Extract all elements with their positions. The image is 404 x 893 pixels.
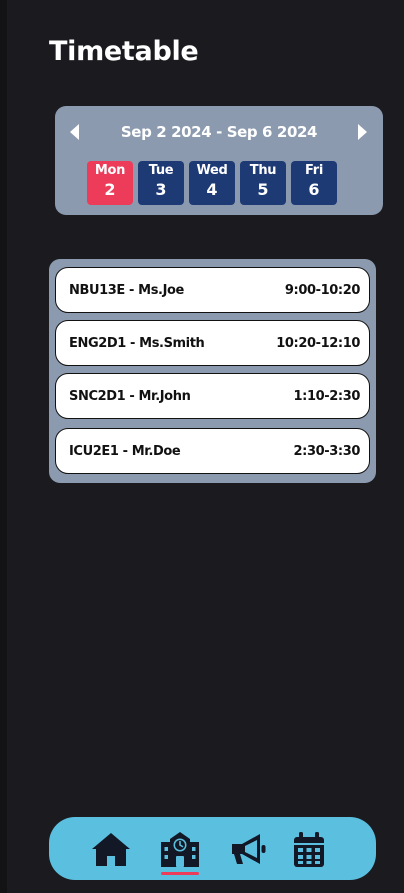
day-button-wed[interactable]: Wed 4 [189,161,235,205]
active-tab-indicator [161,872,199,875]
class-list: NBU13E - Ms.Joe 9:00-10:20 ENG2D1 - Ms.S… [49,259,376,483]
day-name: Fri [304,163,324,178]
day-picker: Mon 2 Tue 3 Wed 4 Thu 5 Fri 6 [87,161,337,205]
day-date: 4 [206,180,218,199]
class-course: NBU13E - Ms.Joe [69,282,184,298]
day-name: Tue [148,163,174,178]
class-time: 2:30-3:30 [293,443,361,459]
nav-calendar-button[interactable] [288,830,330,870]
day-name: Mon [94,163,126,178]
day-date: 2 [104,180,116,199]
day-date: 5 [257,180,269,199]
page-title: Timetable [49,36,199,67]
class-item-nbu13e[interactable]: NBU13E - Ms.Joe 9:00-10:20 [55,267,370,313]
class-course: ENG2D1 - Ms.Smith [69,335,205,351]
week-selector: Sep 2 2024 - Sep 6 2024 Mon 2 Tue 3 Wed … [55,106,383,215]
nav-school-button[interactable] [159,830,201,870]
class-course: ICU2E1 - Mr.Doe [69,443,181,459]
school-icon [161,832,199,867]
week-range-label: Sep 2 2024 - Sep 6 2024 [120,123,318,141]
class-item-icu2e1[interactable]: ICU2E1 - Mr.Doe 2:30-3:30 [55,428,370,474]
day-date: 3 [155,180,167,199]
calendar-icon [294,832,324,867]
megaphone-icon [232,834,266,864]
day-button-thu[interactable]: Thu 5 [240,161,286,205]
bottom-navigation-bar [49,817,376,880]
class-time: 1:10-2:30 [293,388,361,404]
home-icon [92,833,130,866]
day-date: 6 [308,180,320,199]
day-button-fri[interactable]: Fri 6 [291,161,337,205]
day-button-tue[interactable]: Tue 3 [138,161,184,205]
day-button-mon[interactable]: Mon 2 [87,161,133,205]
nav-home-button[interactable] [90,830,132,870]
day-name: Wed [196,163,228,178]
class-time: 9:00-10:20 [284,282,361,298]
class-item-eng2d1[interactable]: ENG2D1 - Ms.Smith 10:20-12:10 [55,320,370,366]
next-week-arrow-icon[interactable] [358,124,367,140]
class-course: SNC2D1 - Mr.John [69,388,191,404]
left-edge-strip [0,0,7,893]
class-item-snc2d1[interactable]: SNC2D1 - Mr.John 1:10-2:30 [55,373,370,419]
class-time: 10:20-12:10 [276,335,360,351]
day-name: Thu [249,163,277,178]
nav-announcements-button[interactable] [227,830,269,870]
